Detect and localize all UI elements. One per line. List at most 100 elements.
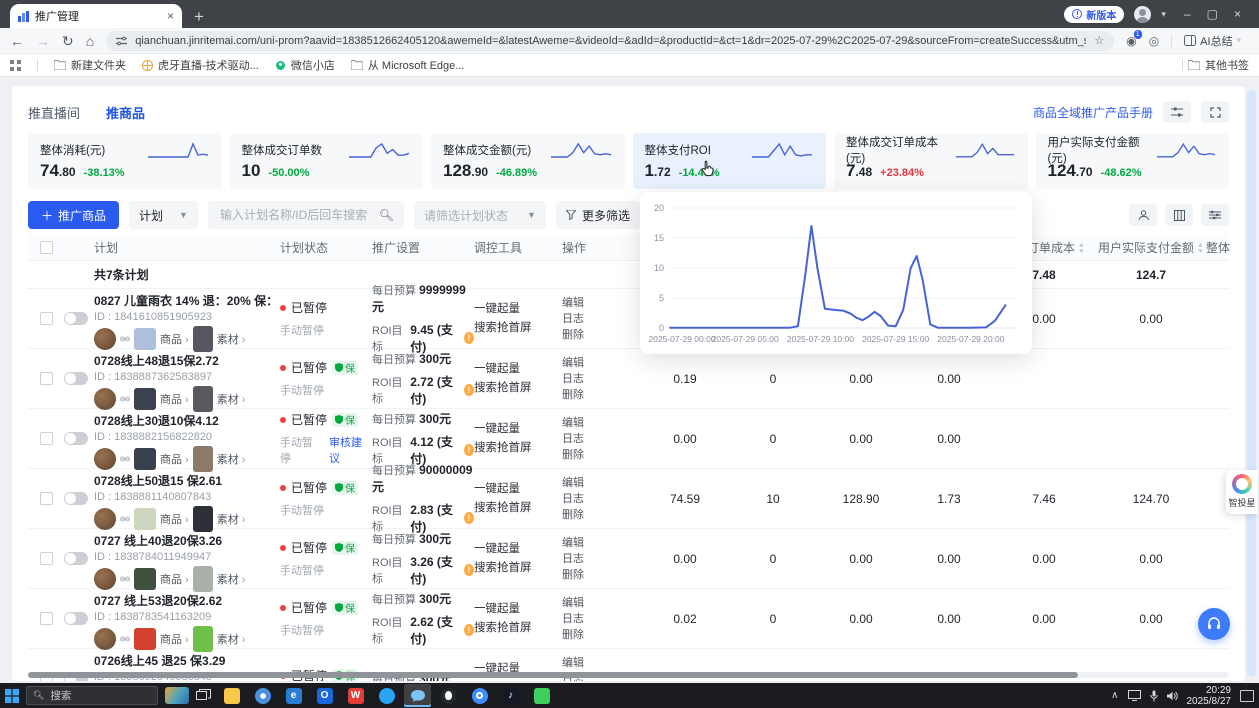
search-icon[interactable]: 🔍︎ [379, 208, 394, 222]
search-screen-link[interactable]: 搜索抢首屏 [474, 559, 562, 578]
tab-live-room[interactable]: 推直播间 [28, 103, 80, 122]
plan-title[interactable]: 0728线上30退10保4.12 [94, 412, 272, 429]
extension-icon[interactable]: ◉ 1 [1126, 29, 1142, 48]
fullscreen-button[interactable] [1201, 101, 1229, 123]
search-screen-link[interactable]: 搜索抢首屏 [474, 319, 562, 338]
one-key-boost-link[interactable]: 一键起量 [474, 360, 562, 379]
site-settings-icon[interactable] [116, 36, 128, 46]
log-link[interactable]: 日志 [562, 551, 640, 567]
info-icon[interactable]: ! [463, 332, 474, 344]
edit-link[interactable]: 编辑 [562, 535, 640, 551]
custom-audience-button[interactable] [1129, 204, 1157, 226]
col-tools[interactable]: 调控工具 [474, 239, 562, 256]
row-checkbox[interactable] [39, 552, 53, 565]
row-checkbox[interactable] [39, 432, 53, 445]
app-douyin[interactable]: ♪ [497, 684, 524, 707]
stat-card[interactable]: 整体成交金额(元) 128.90 -46.89% [431, 133, 625, 189]
ai-summary-button[interactable]: AI总结 ▾ [1184, 33, 1241, 49]
plan-title[interactable]: 0726线上45 退25 保3.29 [94, 652, 272, 669]
row-toggle[interactable] [64, 492, 88, 505]
tab-products[interactable]: 推商品 [106, 103, 145, 122]
taskbar-search[interactable]: 🔍︎ 搜索 [26, 686, 158, 705]
reload-button[interactable]: ↻ [62, 34, 74, 48]
start-button[interactable] [5, 688, 19, 703]
horizontal-scrollbar[interactable] [28, 672, 1229, 678]
tray-expand-icon[interactable]: ∧ [1111, 690, 1118, 701]
task-view-button[interactable] [196, 689, 211, 702]
forward-button[interactable]: → [36, 34, 50, 48]
apps-grid-icon[interactable] [10, 59, 21, 71]
app-browser-blue[interactable] [249, 684, 276, 707]
column-settings-button[interactable] [1165, 204, 1193, 226]
app-blue-square[interactable]: e [280, 684, 307, 707]
layout-settings-button[interactable] [1163, 101, 1191, 123]
window-minimize-button[interactable]: – [1184, 7, 1191, 21]
select-all-checkbox[interactable] [39, 241, 53, 254]
col-plan[interactable]: 计划 [94, 239, 280, 256]
microphone-icon[interactable] [1149, 690, 1158, 702]
search-screen-link[interactable]: 搜索抢首屏 [474, 499, 562, 518]
log-link[interactable]: 日志 [562, 371, 640, 387]
stat-card[interactable]: 整体成交订单数 10 -50.00% [229, 133, 423, 189]
stat-card[interactable]: 整体支付ROI 1.72 -14.43% [632, 133, 826, 189]
stat-card[interactable]: 整体成交订单成本(元) 7.48 +23.84% [834, 133, 1028, 189]
address-bar[interactable]: qianchuan.jinritemai.com/uni-prom?aavid=… [106, 30, 1115, 51]
volume-icon[interactable] [1166, 691, 1178, 701]
taskbar-clock[interactable]: 20:29 2025/8/27 [1187, 685, 1232, 707]
delete-link[interactable]: 删除 [562, 327, 640, 343]
log-link[interactable]: 日志 [562, 431, 640, 447]
new-version-button[interactable]: ! 新版本 [1064, 5, 1125, 23]
col-status[interactable]: 计划状态 [280, 239, 372, 256]
back-button[interactable]: ← [10, 34, 24, 48]
one-key-boost-link[interactable]: 一键起量 [474, 300, 562, 319]
info-icon[interactable]: ! [463, 444, 474, 456]
row-toggle[interactable] [64, 312, 88, 325]
row-toggle[interactable] [64, 372, 88, 385]
extensions-puzzle-icon[interactable]: ◎ [1149, 34, 1159, 48]
delete-link[interactable]: 删除 [562, 627, 640, 643]
bookmark-star-icon[interactable]: ☆ [1094, 34, 1104, 47]
app-chat-active[interactable] [404, 684, 431, 707]
app-qq[interactable] [435, 684, 462, 707]
search-screen-link[interactable]: 搜索抢首屏 [474, 619, 562, 638]
plan-title[interactable]: 0727 线上40退20保3.26 [94, 532, 272, 549]
row-checkbox[interactable] [39, 312, 53, 325]
plan-status-select[interactable]: 请筛选计划状态 ▼ [413, 201, 546, 229]
row-toggle[interactable] [64, 552, 88, 565]
side-panel-strip[interactable] [1247, 90, 1256, 677]
stat-card[interactable]: 整体消耗(元) 74.80 -38.13% [28, 133, 222, 189]
other-bookmarks-button[interactable]: 其他书签 [1182, 57, 1249, 73]
plan-title[interactable]: 0728线上48退15保2.72 [94, 352, 272, 369]
pinned-photo-icon[interactable] [165, 687, 189, 704]
plan-title[interactable]: 0727 线上53退20保2.62 [94, 592, 272, 609]
one-key-boost-link[interactable]: 一键起量 [474, 420, 562, 439]
row-toggle[interactable] [64, 432, 88, 445]
edit-link[interactable]: 编辑 [562, 595, 640, 611]
bookmark-item[interactable]: 微信小店 [275, 57, 335, 73]
sort-icon[interactable] [1197, 242, 1204, 253]
browser-menu-icon[interactable]: ▾ [1161, 9, 1166, 20]
app-file-explorer[interactable] [218, 684, 245, 707]
delete-link[interactable]: 删除 [562, 447, 640, 463]
more-filters-button[interactable]: 更多筛选 [555, 201, 640, 229]
browser-tab[interactable]: 推广管理 × [10, 4, 182, 28]
browser-avatar[interactable] [1134, 5, 1152, 23]
row-toggle[interactable] [64, 612, 88, 625]
col-overall[interactable]: 整体 [1206, 239, 1245, 256]
home-button[interactable]: ⌂ [86, 34, 94, 48]
manual-link[interactable]: 商品全域推广产品手册 [1033, 104, 1153, 121]
app-blue-circle[interactable] [373, 684, 400, 707]
search-screen-link[interactable]: 搜索抢首屏 [474, 439, 562, 458]
log-link[interactable]: 日志 [562, 311, 640, 327]
col-user-paid[interactable]: 用户实际支付金额 [1096, 239, 1206, 256]
info-icon[interactable]: ! [463, 512, 474, 524]
plan-search-input[interactable] [217, 207, 379, 223]
one-key-boost-link[interactable]: 一键起量 [474, 480, 562, 499]
plan-title[interactable]: 0728线上50退15 保2.61 [94, 472, 272, 489]
bookmark-item[interactable]: 从 Microsoft Edge... [350, 57, 464, 73]
table-settings-button[interactable] [1201, 204, 1229, 226]
bookmark-item[interactable]: 虎牙直播-技术驱动... [142, 57, 259, 73]
app-office-blue[interactable]: O [311, 684, 338, 707]
plan-title[interactable]: 0827 儿童雨衣 14% 退：20% 保：9.92 [94, 292, 272, 309]
app-netdisk[interactable] [466, 684, 493, 707]
